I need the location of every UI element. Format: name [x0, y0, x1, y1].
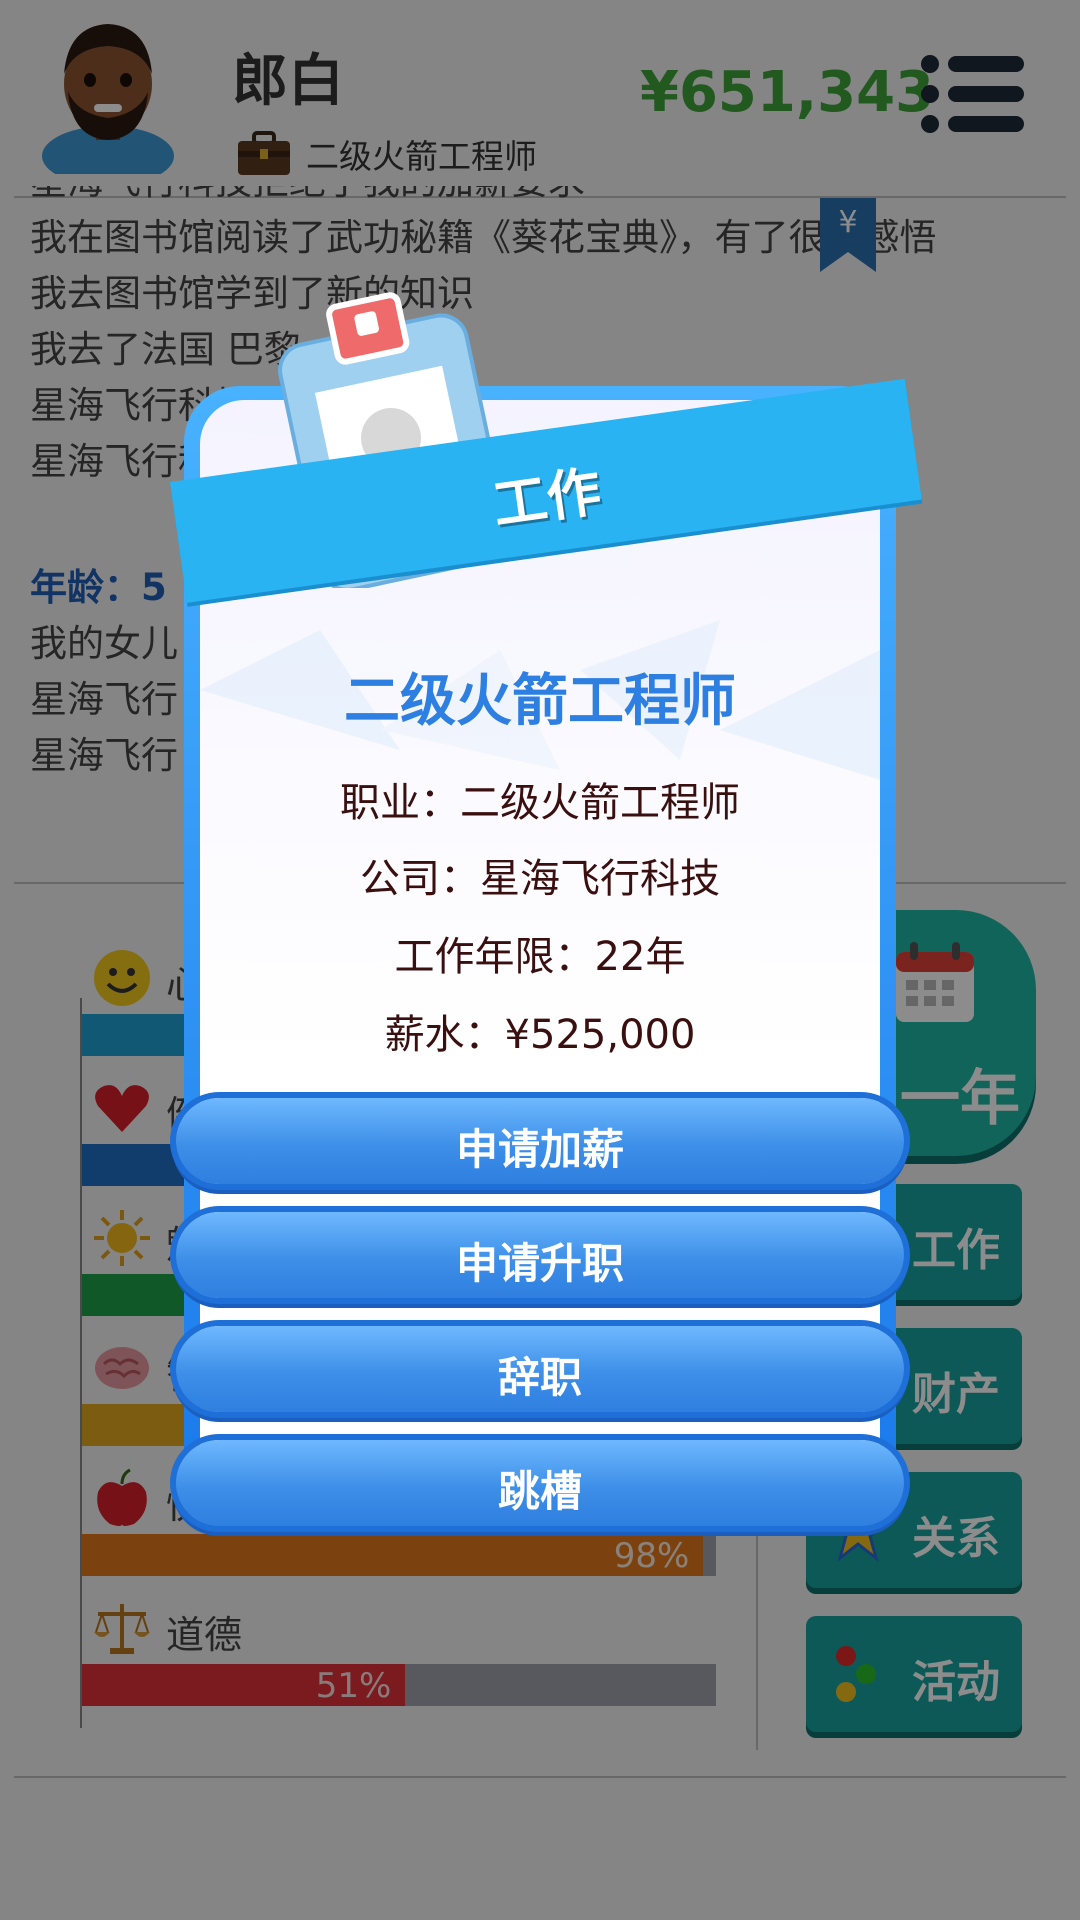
salary-line: 薪水：¥525,000: [384, 1012, 696, 1058]
request-promotion-button[interactable]: 申请升职: [176, 1212, 904, 1298]
change-job-label: 跳槽: [497, 1467, 582, 1516]
resign-label: 辞职: [497, 1353, 582, 1402]
company-line: 公司：星海飞行科技: [360, 856, 720, 902]
request-raise-label: 申请加薪: [455, 1125, 624, 1174]
resign-button[interactable]: 辞职: [176, 1326, 904, 1412]
request-raise-button[interactable]: 申请加薪: [176, 1098, 904, 1184]
request-promotion-label: 申请升职: [455, 1239, 624, 1288]
occupation-line: 职业：二级火箭工程师: [340, 780, 740, 826]
tenure-line: 工作年限：22年: [394, 934, 686, 980]
job-title: 二级火箭工程师: [344, 669, 736, 734]
change-job-button[interactable]: 跳槽: [176, 1440, 904, 1526]
